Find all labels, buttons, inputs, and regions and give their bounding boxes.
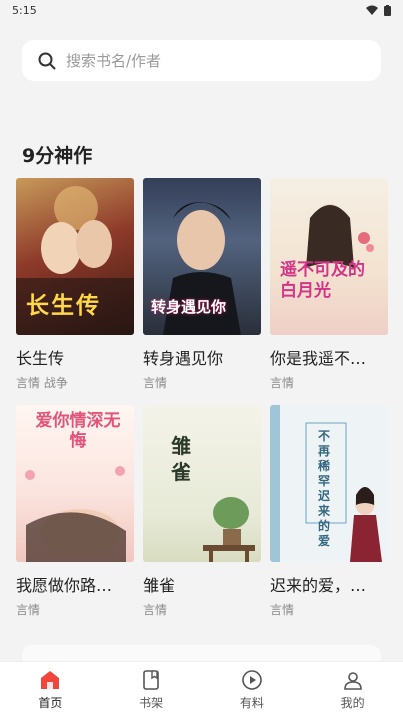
status-time: 5:15 xyxy=(12,3,37,17)
section-title: 9分神作 xyxy=(22,145,93,167)
tab-discover[interactable]: 有料 xyxy=(202,662,303,717)
book-cover[interactable]: 遥不可及的白月光 xyxy=(270,178,388,335)
book-tags: 言情 xyxy=(143,376,168,390)
tab-bookshelf[interactable]: 书架 xyxy=(101,662,202,717)
wifi-icon xyxy=(366,5,378,15)
book-tags: 言情 xyxy=(16,603,41,617)
book-card[interactable]: 遥不可及的白月光 你是我遥不… 言情 xyxy=(270,178,388,391)
play-icon xyxy=(242,669,262,690)
book-title: 长生传 xyxy=(16,349,65,368)
book-card[interactable]: 雏雀 雏雀 言情 xyxy=(143,405,261,618)
book-tags: 言情 战争 xyxy=(16,376,68,390)
status-bar: 5:15 xyxy=(0,0,403,20)
cover-title-text: 雏雀 xyxy=(171,434,191,484)
search-placeholder: 搜索书名/作者 xyxy=(66,52,162,70)
tab-label: 首页 xyxy=(38,695,63,710)
tab-profile[interactable]: 我的 xyxy=(302,662,403,717)
book-card[interactable]: 长生传 长生传 言情 战争 xyxy=(16,178,134,391)
battery-icon xyxy=(384,4,391,16)
search-icon xyxy=(38,52,56,69)
book-cover[interactable]: 转身遇见你 xyxy=(143,178,261,335)
book-card[interactable]: 爱你情深无悔 我愿做你路… 言情 xyxy=(16,405,134,618)
cover-title-text: 转身遇见你 xyxy=(151,298,227,316)
tab-home[interactable]: 首页 xyxy=(0,662,101,717)
cover-title-text: 遥不可及的白月光 xyxy=(280,260,365,301)
cover-title-text: 长生传 xyxy=(26,292,101,319)
book-card[interactable]: 转身遇见你 转身遇见你 言情 xyxy=(143,178,261,391)
tab-label: 我的 xyxy=(340,695,365,710)
book-title: 迟来的爱，… xyxy=(270,576,367,595)
book-cover[interactable]: 爱你情深无悔 xyxy=(16,405,134,562)
book-tags: 言情 xyxy=(270,376,295,390)
book-cover[interactable]: 长生传 xyxy=(16,178,134,335)
search-input[interactable]: 搜索书名/作者 xyxy=(22,40,381,81)
profile-icon xyxy=(343,671,362,690)
bottom-tab-bar: 首页 书架 有料 我的 xyxy=(0,661,403,717)
tab-label: 书架 xyxy=(139,695,164,710)
home-icon xyxy=(41,670,60,689)
status-icons xyxy=(366,4,391,16)
book-title: 你是我遥不… xyxy=(270,349,367,368)
book-tags: 言情 xyxy=(270,603,295,617)
book-title: 雏雀 xyxy=(143,576,176,595)
book-tags: 言情 xyxy=(143,603,168,617)
tab-label: 有料 xyxy=(239,695,264,710)
book-title: 我愿做你路… xyxy=(16,576,113,595)
book-cover[interactable]: 雏雀 xyxy=(143,405,261,562)
cover-title-text: 爱你情深无悔 xyxy=(35,411,121,451)
book-cover[interactable]: 不再稀罕迟来的爱 xyxy=(270,405,388,562)
bookshelf-icon xyxy=(143,669,159,690)
book-card[interactable]: 不再稀罕迟来的爱 迟来的爱，… 言情 xyxy=(270,405,388,618)
book-title: 转身遇见你 xyxy=(143,349,224,368)
cover-title-text: 不再稀罕迟来的爱 xyxy=(318,429,331,548)
